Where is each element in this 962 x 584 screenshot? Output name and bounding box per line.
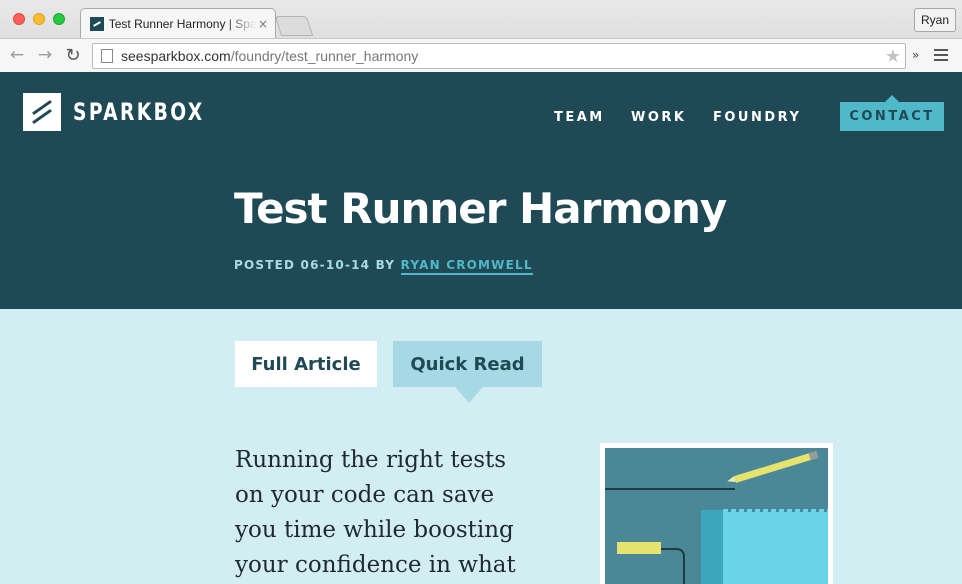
nav-foundry-link[interactable]: FOUNDRY [713, 110, 801, 125]
wire-line [605, 488, 735, 490]
illustration-canvas [605, 448, 828, 584]
bookmark-star-icon[interactable]: ★ [885, 46, 901, 67]
site-header: SPARKBOX TEAM WORK FOUNDRY CONTACT Test … [0, 72, 962, 309]
nav-team-link[interactable]: TEAM [554, 110, 605, 125]
tab-full-article[interactable]: Full Article [235, 341, 377, 387]
browser-chrome: Test Runner Harmony | Sparkbox × Ryan ← … [0, 0, 962, 72]
maximize-window-button[interactable] [53, 13, 65, 25]
new-tab-button[interactable] [274, 16, 314, 36]
contact-button[interactable]: CONTACT [840, 95, 944, 131]
browser-tab-content[interactable]: Test Runner Harmony | Sparkbox × [90, 12, 268, 36]
byline-prefix: POSTED 06-10-14 BY [234, 258, 401, 272]
article-title: Test Runner Harmony [234, 184, 727, 233]
browser-toolbar: ← → ↻ seesparkbox.com/foundry/test_runne… [0, 38, 962, 72]
pencil-icon [733, 451, 819, 483]
minimize-window-button[interactable] [33, 13, 45, 25]
page-icon [101, 49, 113, 63]
article-intro: Running the right tests on your code can… [235, 447, 516, 578]
close-window-button[interactable] [13, 13, 25, 25]
wire-curve [661, 548, 685, 584]
author-link[interactable]: RYAN CROMWELL [400, 258, 533, 275]
extensions-overflow-icon[interactable]: » [912, 48, 919, 62]
byline: POSTED 06-10-14 BY RYAN CROMWELL [234, 258, 533, 275]
forward-arrow-icon[interactable]: → [34, 45, 56, 65]
paper-fold [701, 510, 725, 584]
logo-mark-icon [23, 93, 61, 131]
torn-paper [723, 509, 828, 584]
back-arrow-icon[interactable]: ← [6, 45, 28, 65]
tab-quick-read[interactable]: Quick Read [393, 341, 542, 403]
profile-button[interactable]: Ryan [914, 8, 956, 32]
sparkbox-logo[interactable]: SPARKBOX [23, 93, 242, 131]
tape-strip [617, 542, 661, 554]
favicon-icon [90, 17, 104, 31]
logo-text: SPARKBOX [73, 98, 205, 126]
tab-close-icon[interactable]: × [258, 17, 268, 31]
hamburger-menu-icon[interactable] [934, 49, 948, 64]
nav-work-link[interactable]: WORK [631, 110, 686, 125]
reload-icon[interactable]: ↻ [62, 45, 84, 66]
tab-title: Test Runner Harmony | Sparkbox [108, 17, 256, 31]
article-illustration [600, 443, 833, 584]
address-bar[interactable]: seesparkbox.com/foundry/test_runner_harm… [92, 43, 906, 69]
url-text[interactable]: seesparkbox.com/foundry/test_runner_harm… [121, 48, 418, 64]
